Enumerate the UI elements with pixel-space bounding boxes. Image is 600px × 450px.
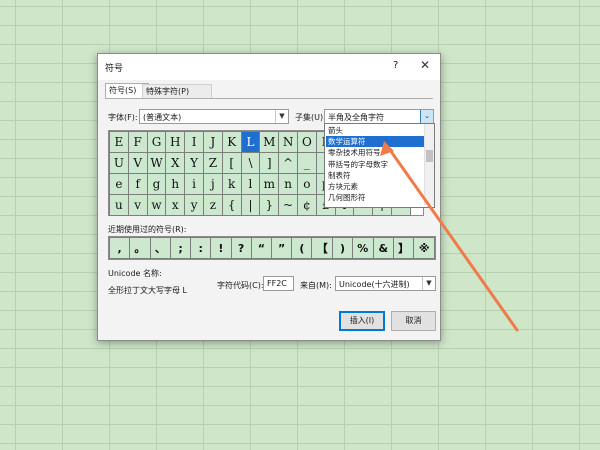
annotation-arrow-line <box>388 148 519 332</box>
annotation-arrow <box>380 141 519 332</box>
